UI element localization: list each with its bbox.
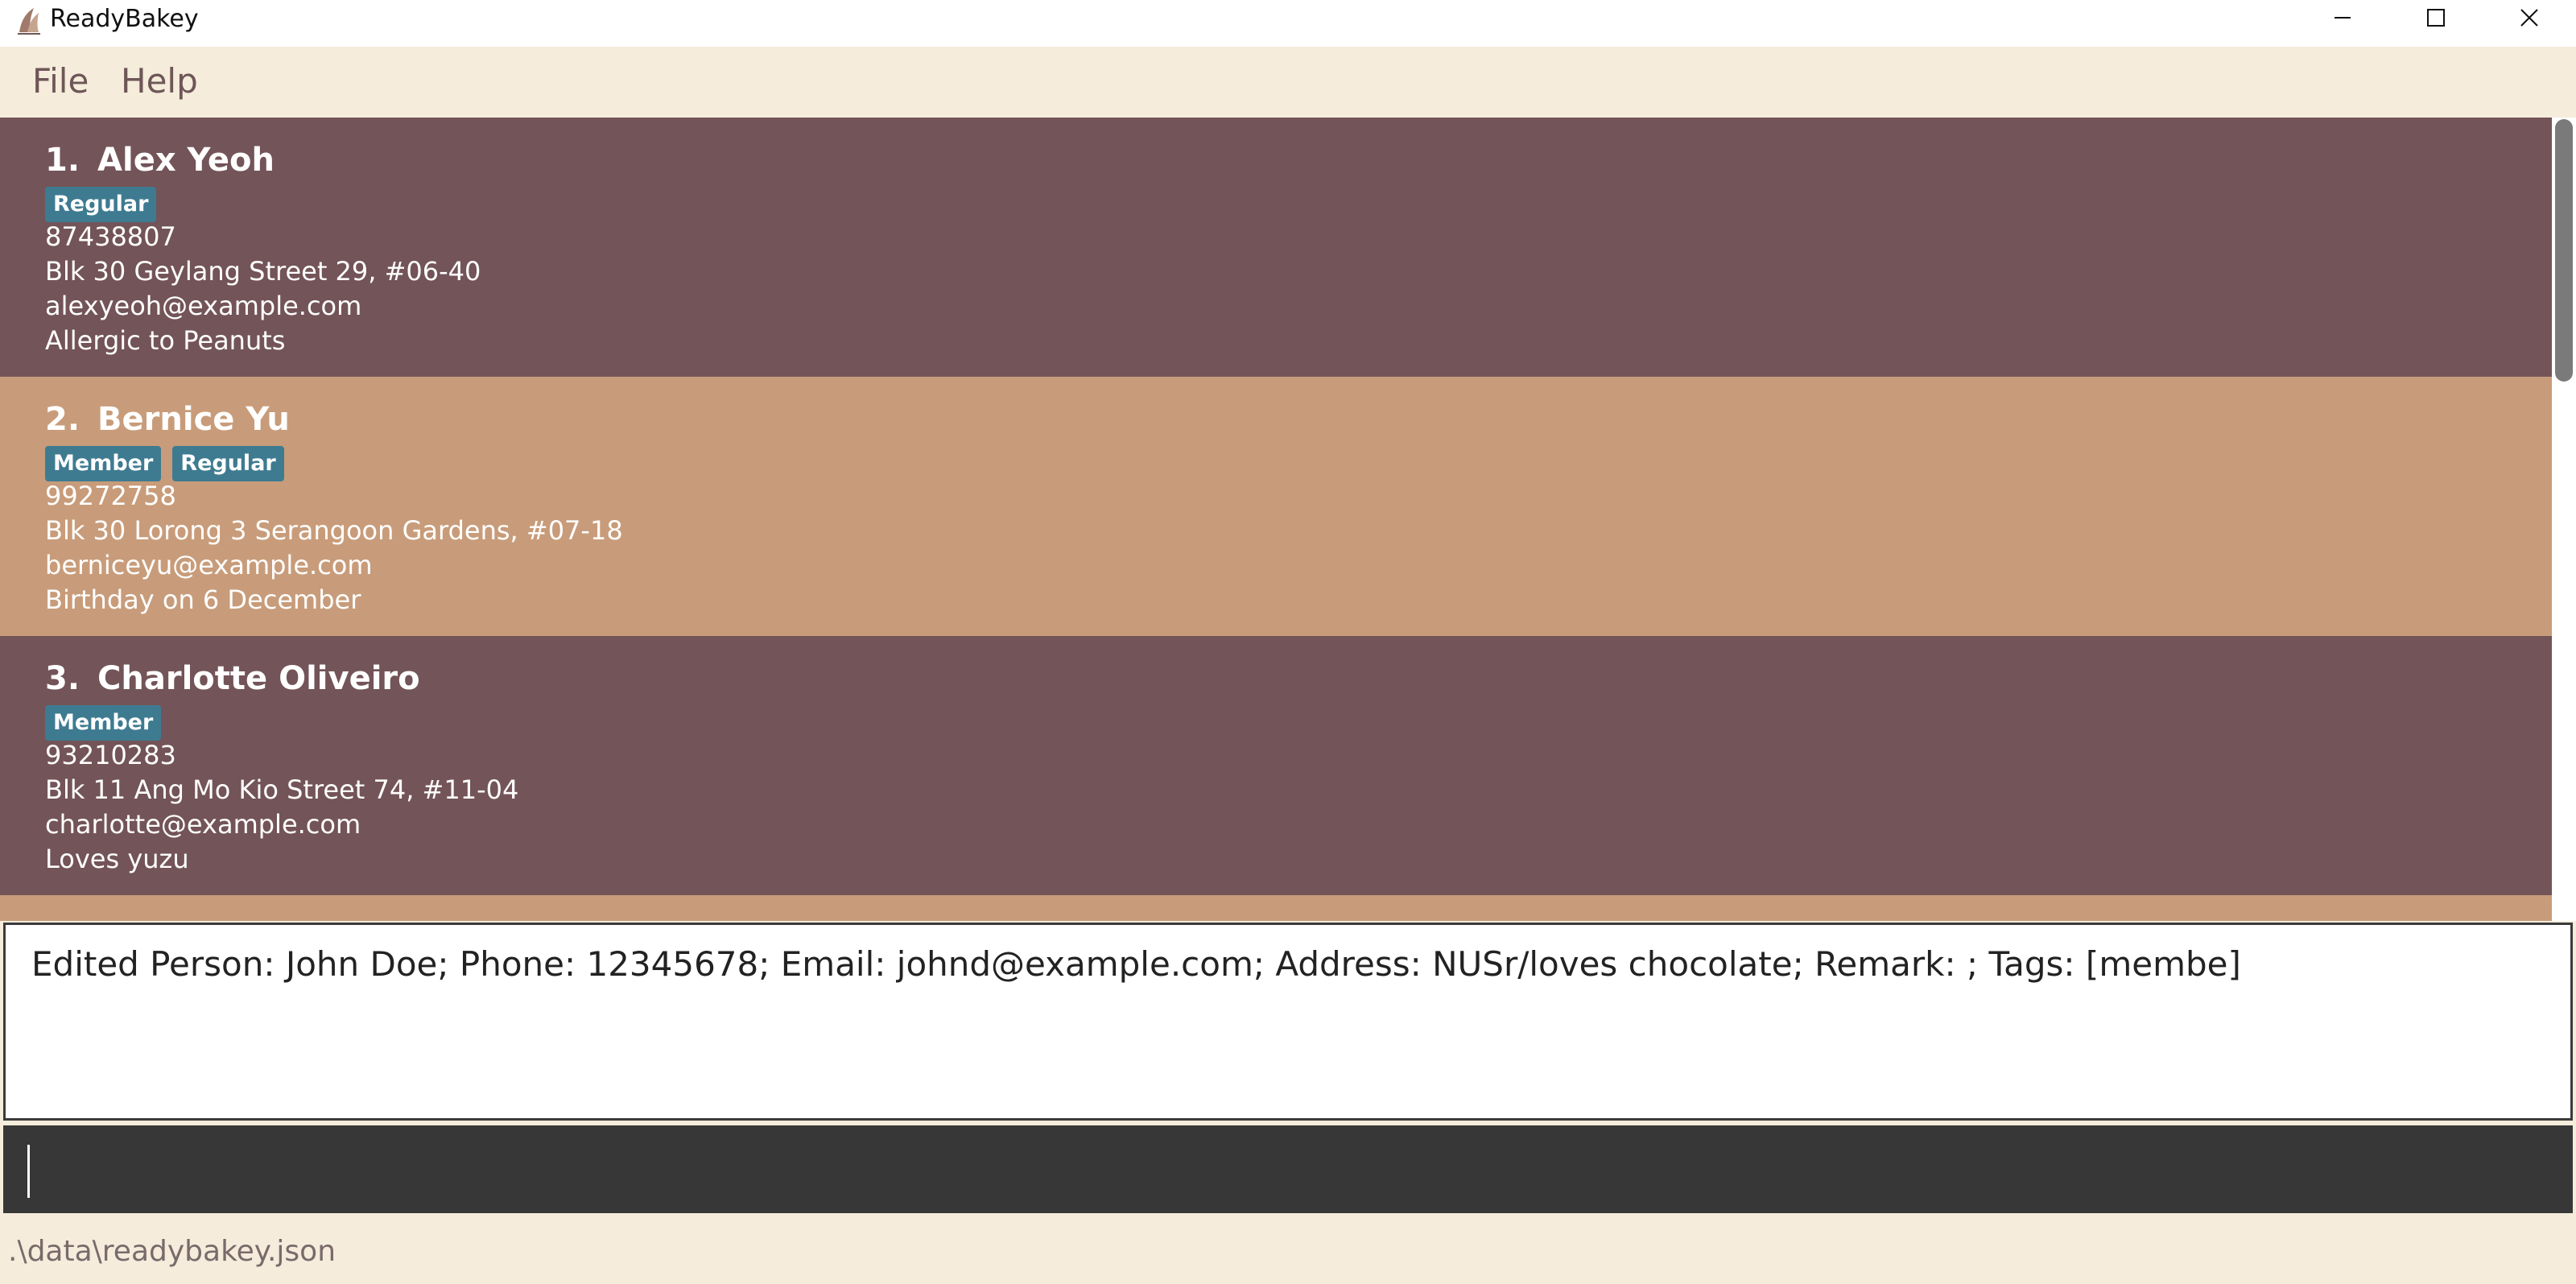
- title-bar: ReadyBakey: [0, 0, 2576, 47]
- menu-file[interactable]: File: [24, 58, 97, 104]
- person-card[interactable]: 3. Charlotte Oliveiro Member 93210283 Bl…: [0, 636, 2552, 895]
- person-phone: 99272758: [45, 481, 176, 511]
- person-card[interactable]: 1. Alex Yeoh Regular 87438807 Blk 30 Gey…: [0, 118, 2552, 377]
- maximize-icon: [2427, 9, 2445, 27]
- text-caret: [27, 1145, 30, 1198]
- person-email: berniceyu@example.com: [45, 550, 373, 580]
- person-address: Blk 11 Ang Mo Kio Street 74, #11-04: [45, 774, 519, 805]
- person-list[interactable]: 1. Alex Yeoh Regular 87438807 Blk 30 Gey…: [0, 118, 2576, 921]
- minimize-button[interactable]: [2296, 0, 2389, 35]
- person-index: 2.: [45, 401, 80, 438]
- person-address: Blk 30 Lorong 3 Serangoon Gardens, #07-1…: [45, 515, 623, 546]
- baker-logo-icon: [18, 8, 40, 35]
- menu-help[interactable]: Help: [113, 58, 206, 104]
- tag-list: Regular: [45, 187, 157, 222]
- tag-badge: Regular: [172, 446, 284, 481]
- result-text: Edited Person: John Doe; Phone: 12345678…: [31, 944, 2241, 984]
- command-input[interactable]: [3, 1125, 2573, 1216]
- tag-badge: Regular: [45, 187, 157, 222]
- tag-badge: Member: [45, 446, 162, 481]
- person-card[interactable]: 2. Bernice Yu Member Regular 99272758 Bl…: [0, 377, 2552, 636]
- maximize-button[interactable]: [2389, 0, 2483, 35]
- tag-badge: Member: [45, 705, 162, 741]
- menu-bar: File Help: [0, 47, 2576, 118]
- person-phone: 87438807: [45, 221, 176, 252]
- person-address: Blk 30 Geylang Street 29, #06-40: [45, 256, 481, 287]
- result-display: Edited Person: John Doe; Phone: 12345678…: [3, 923, 2573, 1121]
- tag-list: Member: [45, 705, 162, 741]
- close-button[interactable]: [2483, 0, 2576, 35]
- save-file-path: .\data\readybakey.json: [8, 1235, 336, 1268]
- person-name: Bernice Yu: [97, 401, 290, 438]
- person-card-partial[interactable]: [0, 895, 2552, 921]
- list-scrollbar-thumb[interactable]: [2555, 119, 2573, 382]
- window-title: ReadyBakey: [50, 5, 199, 33]
- person-remark: Birthday on 6 December: [45, 584, 361, 615]
- person-name: Alex Yeoh: [97, 142, 275, 179]
- minimize-icon: [2334, 17, 2351, 19]
- person-email: charlotte@example.com: [45, 809, 361, 840]
- person-phone: 93210283: [45, 740, 176, 770]
- person-index: 1.: [45, 142, 80, 179]
- person-email: alexyeoh@example.com: [45, 291, 362, 321]
- person-remark: Loves yuzu: [45, 844, 189, 874]
- tag-list: Member Regular: [45, 446, 284, 481]
- status-bar: .\data\readybakey.json: [0, 1220, 2576, 1284]
- person-remark: Allergic to Peanuts: [45, 325, 286, 356]
- person-index: 3.: [45, 660, 80, 697]
- person-name: Charlotte Oliveiro: [97, 660, 420, 697]
- close-icon: [2520, 9, 2538, 27]
